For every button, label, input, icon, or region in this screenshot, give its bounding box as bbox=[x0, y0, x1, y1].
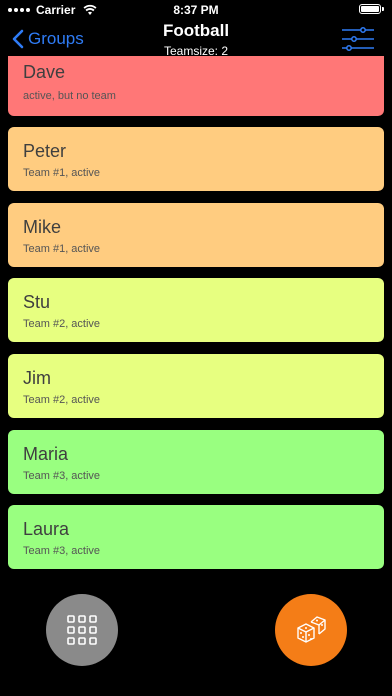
player-name: Mike bbox=[23, 217, 62, 237]
player-name: Stu bbox=[23, 292, 51, 312]
player-name: Dave bbox=[23, 62, 66, 82]
shuffle-teams-button[interactable] bbox=[275, 594, 347, 666]
grid-button[interactable] bbox=[46, 594, 118, 666]
player-card[interactable]: Mike Team #1, active bbox=[8, 203, 384, 267]
player-status: Team #2, active bbox=[23, 318, 101, 330]
status-time: 8:37 PM bbox=[173, 3, 219, 17]
battery-icon bbox=[359, 4, 384, 14]
player-card[interactable]: Jim Team #2, active bbox=[8, 354, 384, 418]
player-name: Peter bbox=[23, 141, 67, 161]
sliders-icon[interactable] bbox=[342, 26, 374, 52]
page-title: Football bbox=[162, 21, 230, 40]
player-card[interactable]: Peter Team #1, active bbox=[8, 127, 384, 191]
player-name: Laura bbox=[23, 519, 70, 539]
player-card[interactable]: Laura Team #3, active bbox=[8, 505, 384, 569]
player-card[interactable]: Dave active, but no team bbox=[8, 56, 384, 116]
player-name: Jim bbox=[23, 368, 51, 388]
player-status: Team #2, active bbox=[23, 394, 101, 406]
player-card[interactable]: Maria Team #3, active bbox=[8, 430, 384, 494]
player-status: active, but no team bbox=[23, 90, 116, 102]
status-bar: Carrier 8:37 PM bbox=[0, 0, 392, 20]
player-name: Maria bbox=[23, 444, 69, 464]
player-status: Team #1, active bbox=[23, 243, 101, 255]
dice-icon bbox=[297, 616, 326, 643]
player-card[interactable]: Stu Team #2, active bbox=[8, 278, 384, 342]
player-status: Team #1, active bbox=[23, 167, 101, 179]
player-status: Team #3, active bbox=[23, 470, 101, 482]
player-status: Team #3, active bbox=[23, 545, 101, 557]
grid-icon bbox=[67, 615, 97, 645]
navigation-bar: Groups Football Teamsize: 2 bbox=[0, 20, 392, 60]
